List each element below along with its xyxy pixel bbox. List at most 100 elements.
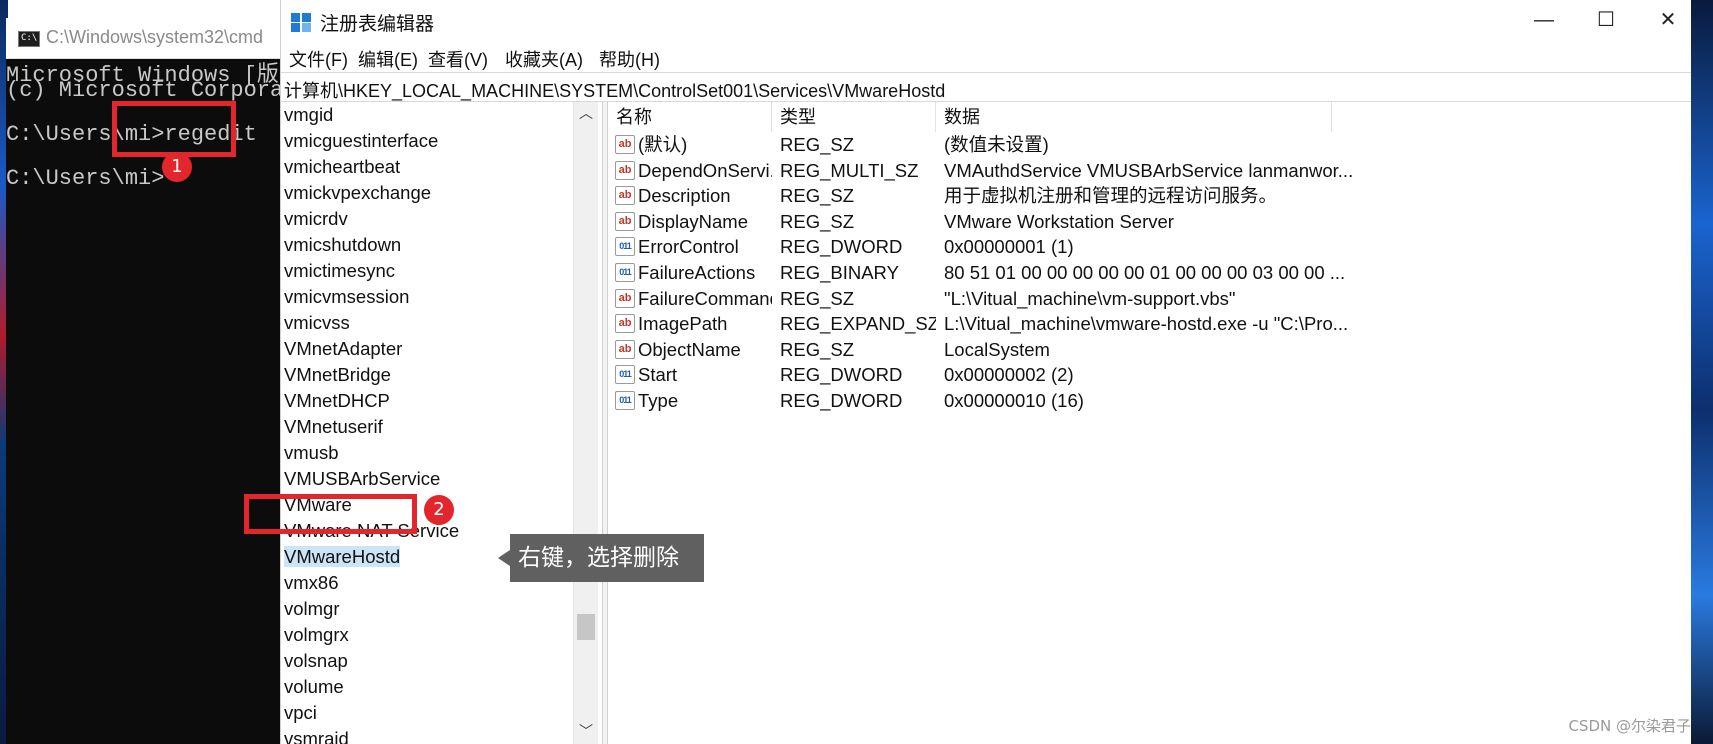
cmd-line: C:\Users\mi> bbox=[6, 166, 165, 191]
string-value-icon: ab bbox=[615, 135, 635, 154]
tree-scrollbar[interactable]: ︿ ﹀ bbox=[573, 102, 598, 744]
column-header-data[interactable]: 数据 bbox=[936, 102, 1332, 132]
tree-item[interactable]: vmgid bbox=[284, 102, 333, 128]
regedit-window: 注册表编辑器 — ☐ ✕ 文件(F) 编辑(E) 查看(V) 收藏夹(A) 帮助… bbox=[280, 0, 1691, 744]
tree-item[interactable]: vmicheartbeat bbox=[284, 154, 400, 180]
value-type: REG_BINARY bbox=[780, 262, 899, 283]
value-row[interactable]: ab DependOnServi... REG_MULTI_SZ VMAuthdSer… bbox=[608, 158, 1691, 184]
string-value-icon: ab bbox=[615, 288, 635, 308]
value-name: DisplayName bbox=[638, 210, 749, 232]
tree-item[interactable]: VMnetAdapter bbox=[284, 336, 402, 362]
cmd-title: C:\Windows\system32\cmd bbox=[46, 27, 264, 47]
binary-value-icon: 011 bbox=[615, 365, 635, 385]
value-row[interactable]: 011 Type REG_DWORD 0x00000010 (16) bbox=[608, 388, 1691, 414]
value-type: REG_SZ bbox=[780, 210, 855, 232]
value-name: ObjectName bbox=[638, 338, 741, 360]
tree-item[interactable]: vmicshutdown bbox=[284, 232, 401, 258]
value-type: REG_SZ bbox=[780, 338, 855, 360]
regedit-icon bbox=[291, 10, 313, 32]
menu-help[interactable]: 帮助(H) bbox=[599, 46, 660, 72]
step-2-badge: 2 bbox=[424, 495, 454, 525]
menu-favorites[interactable]: 收藏夹(A) bbox=[505, 46, 583, 72]
binary-value-icon: 011 bbox=[615, 391, 635, 410]
tree-item[interactable]: volmgr bbox=[284, 596, 340, 622]
address-path: 计算机\HKEY_LOCAL_MACHINE\SYSTEM\ControlSet… bbox=[284, 81, 946, 101]
tree-item[interactable]: vpci bbox=[284, 700, 317, 726]
binary-value-icon: 011 bbox=[615, 263, 635, 282]
value-name: FailureCommand bbox=[638, 287, 772, 309]
tooltip-arrow bbox=[498, 550, 510, 566]
tree-item[interactable]: volume bbox=[284, 674, 344, 700]
value-type: REG_DWORD bbox=[780, 390, 903, 411]
value-name: ErrorControl bbox=[638, 236, 739, 258]
menu-view[interactable]: 查看(V) bbox=[428, 46, 488, 72]
value-type: REG_SZ bbox=[780, 287, 855, 309]
value-row[interactable]: ab FailureCommand REG_SZ "L:\Vitual_machine… bbox=[608, 286, 1691, 312]
tree-item[interactable]: vmictimesync bbox=[284, 258, 395, 284]
tree-item[interactable]: volsnap bbox=[284, 648, 348, 674]
menu-bar: 文件(F) 编辑(E) 查看(V) 收藏夹(A) 帮助(H) bbox=[281, 42, 1691, 72]
string-value-icon: ab bbox=[615, 160, 635, 180]
scroll-down-icon[interactable]: ﹀ bbox=[574, 720, 598, 742]
value-data: (数值未设置) bbox=[944, 134, 1049, 155]
string-value-icon: ab bbox=[615, 314, 635, 334]
value-row[interactable]: ab (默认) REG_SZ (数值未设置) bbox=[608, 132, 1691, 158]
value-row[interactable]: ab ImagePath REG_EXPAND_SZ L:\Vitual_machin… bbox=[608, 311, 1691, 337]
value-name: FailureActions bbox=[638, 262, 756, 283]
value-data: LocalSystem bbox=[944, 338, 1050, 360]
tree-item-selected[interactable]: VMwareHostd bbox=[284, 544, 401, 570]
value-row[interactable]: ab ObjectName REG_SZ LocalSystem bbox=[608, 337, 1691, 363]
scroll-thumb[interactable] bbox=[577, 614, 595, 640]
value-row[interactable]: ab DisplayName REG_SZ VMware Workstation Se… bbox=[608, 209, 1691, 235]
value-row[interactable]: 011 FailureActions REG_BINARY 80 51 01 00 0… bbox=[608, 260, 1691, 286]
value-data: 0x00000002 (2) bbox=[944, 364, 1074, 386]
annotation-box-vmwarehostd bbox=[244, 494, 417, 534]
value-name: Start bbox=[638, 364, 678, 386]
close-button[interactable]: ✕ bbox=[1637, 0, 1699, 42]
value-name: (默认) bbox=[638, 134, 688, 155]
menu-file[interactable]: 文件(F) bbox=[289, 46, 348, 72]
value-type: REG_SZ bbox=[780, 134, 855, 155]
tree-item[interactable]: vmicvmsession bbox=[284, 284, 409, 310]
scroll-up-icon[interactable]: ︿ bbox=[574, 102, 598, 124]
column-header-type[interactable]: 类型 bbox=[772, 102, 936, 132]
regedit-titlebar[interactable]: 注册表编辑器 — ☐ ✕ bbox=[281, 0, 1691, 42]
value-data: 0x00000001 (1) bbox=[944, 236, 1074, 258]
tree-item[interactable]: volmgrx bbox=[284, 622, 349, 648]
window-title: 注册表编辑器 bbox=[320, 14, 435, 35]
tree-item[interactable]: vmicrdv bbox=[284, 206, 348, 232]
value-data: 用于虚拟机注册和管理的远程访问服务。 bbox=[944, 185, 1278, 207]
value-row[interactable]: 011 Start REG_DWORD 0x00000002 (2) bbox=[608, 362, 1691, 388]
tree-item[interactable]: vmx86 bbox=[284, 570, 339, 596]
tree-item[interactable]: VMnetuserif bbox=[284, 414, 383, 440]
value-data: VMAuthdService VMUSBArbService lanmanwor… bbox=[944, 159, 1354, 181]
value-row[interactable]: 011 ErrorControl REG_DWORD 0x00000001 (1) bbox=[608, 234, 1691, 260]
value-data: 80 51 01 00 00 00 00 00 01 00 00 00 03 0… bbox=[944, 262, 1346, 283]
desktop-wallpaper-right bbox=[1690, 0, 1713, 744]
menu-edit[interactable]: 编辑(E) bbox=[358, 46, 418, 72]
minimize-button[interactable]: — bbox=[1513, 0, 1575, 42]
tree-item[interactable]: vsmraid bbox=[284, 726, 349, 744]
tree-item[interactable]: vmusb bbox=[284, 440, 339, 466]
value-data: 0x00000010 (16) bbox=[944, 390, 1084, 411]
tree-item[interactable]: vmicvss bbox=[284, 310, 350, 336]
value-type: REG_DWORD bbox=[780, 364, 903, 386]
address-bar[interactable]: 计算机\HKEY_LOCAL_MACHINE\SYSTEM\ControlSet… bbox=[281, 72, 1691, 102]
tree-item[interactable]: vmickvpexchange bbox=[284, 180, 431, 206]
maximize-button[interactable]: ☐ bbox=[1575, 0, 1637, 42]
key-tree: vmgid vmicguestinterface vmicheartbeat v… bbox=[281, 102, 603, 744]
value-row[interactable]: ab Description REG_SZ 用于虚拟机注册和管理的远程访问服务。 bbox=[608, 183, 1691, 209]
value-type: REG_SZ bbox=[780, 185, 855, 207]
value-data: L:\Vitual_machine\vmware-hostd.exe -u "C… bbox=[944, 313, 1349, 335]
tree-item[interactable]: VMnetDHCP bbox=[284, 388, 390, 414]
binary-value-icon: 011 bbox=[615, 237, 635, 257]
step-1-badge: 1 bbox=[162, 152, 192, 182]
column-header-name[interactable]: 名称 bbox=[608, 102, 772, 132]
cmd-line: (c) Microsoft Corporati bbox=[6, 78, 310, 103]
string-value-icon: ab bbox=[615, 339, 635, 359]
annotation-box-regedit bbox=[112, 101, 236, 157]
tree-item[interactable]: VMUSBArbService bbox=[284, 466, 440, 492]
tree-item[interactable]: VMnetBridge bbox=[284, 362, 391, 388]
cmd-titlebar[interactable]: C:\ C:\Windows\system32\cmd bbox=[6, 18, 280, 59]
tree-item[interactable]: vmicguestinterface bbox=[284, 128, 438, 154]
